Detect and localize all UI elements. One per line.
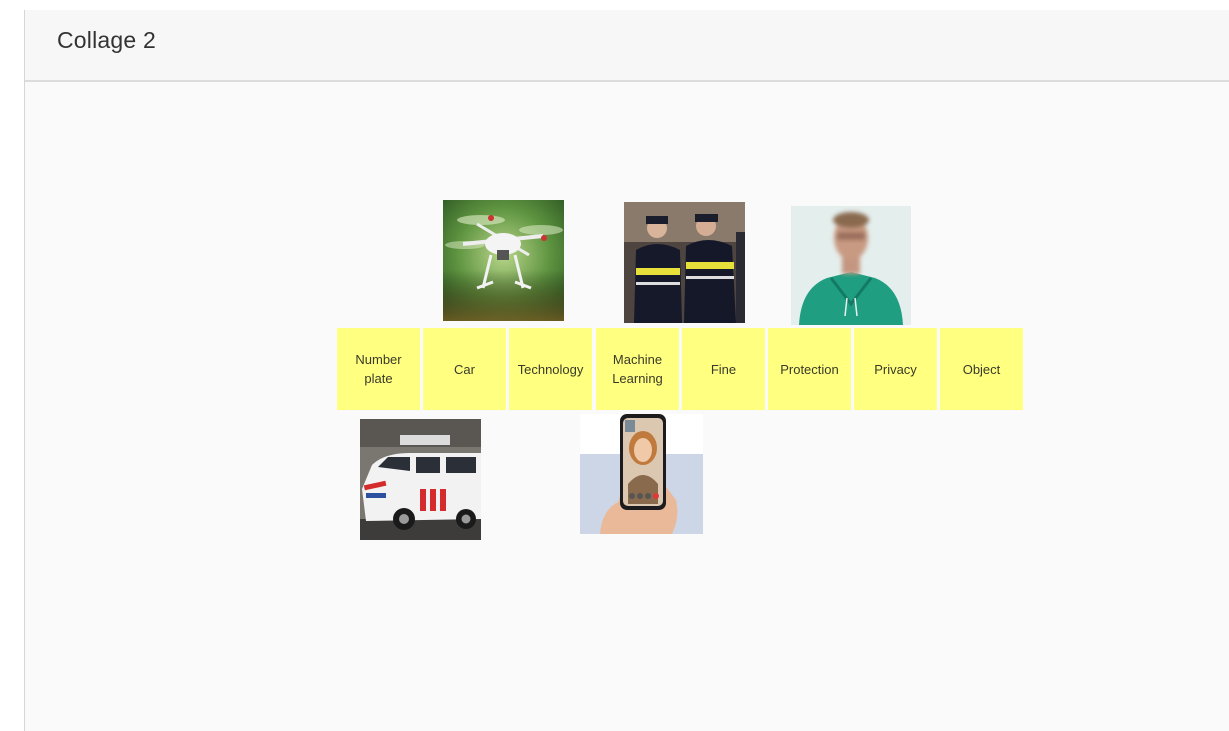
note-label: Machine Learning — [612, 352, 663, 386]
video-call-phone-image[interactable] — [580, 414, 703, 534]
note-privacy[interactable]: Privacy — [854, 328, 937, 410]
police-officers-image[interactable] — [624, 202, 745, 323]
police-car-image[interactable] — [360, 419, 481, 540]
note-label: Object — [962, 361, 1001, 377]
header-bar: Collage 2 — [25, 10, 1229, 82]
note-number-plate[interactable]: Number plate — [337, 328, 420, 410]
note-machine-learning[interactable]: Machine Learning — [596, 328, 679, 410]
note-label: Fine — [710, 361, 737, 377]
collage-window: Collage 2 Number plate Car Technology Ma… — [24, 10, 1229, 731]
note-label: Privacy — [874, 361, 917, 377]
note-protection[interactable]: Protection — [768, 328, 851, 410]
drone-image[interactable] — [443, 200, 564, 321]
note-label: Technology — [517, 361, 584, 377]
note-label: Protection — [780, 361, 839, 377]
note-technology[interactable]: Technology — [509, 328, 592, 410]
collage-board[interactable]: Number plate Car Technology Machine Lear… — [25, 84, 1229, 731]
blurred-person-image[interactable] — [791, 206, 911, 325]
note-fine[interactable]: Fine — [682, 328, 765, 410]
page-title: Collage 2 — [57, 27, 156, 53]
note-object[interactable]: Object — [940, 328, 1023, 410]
note-label: Number plate — [355, 352, 402, 386]
note-label: Car — [454, 361, 475, 377]
note-car[interactable]: Car — [423, 328, 506, 410]
